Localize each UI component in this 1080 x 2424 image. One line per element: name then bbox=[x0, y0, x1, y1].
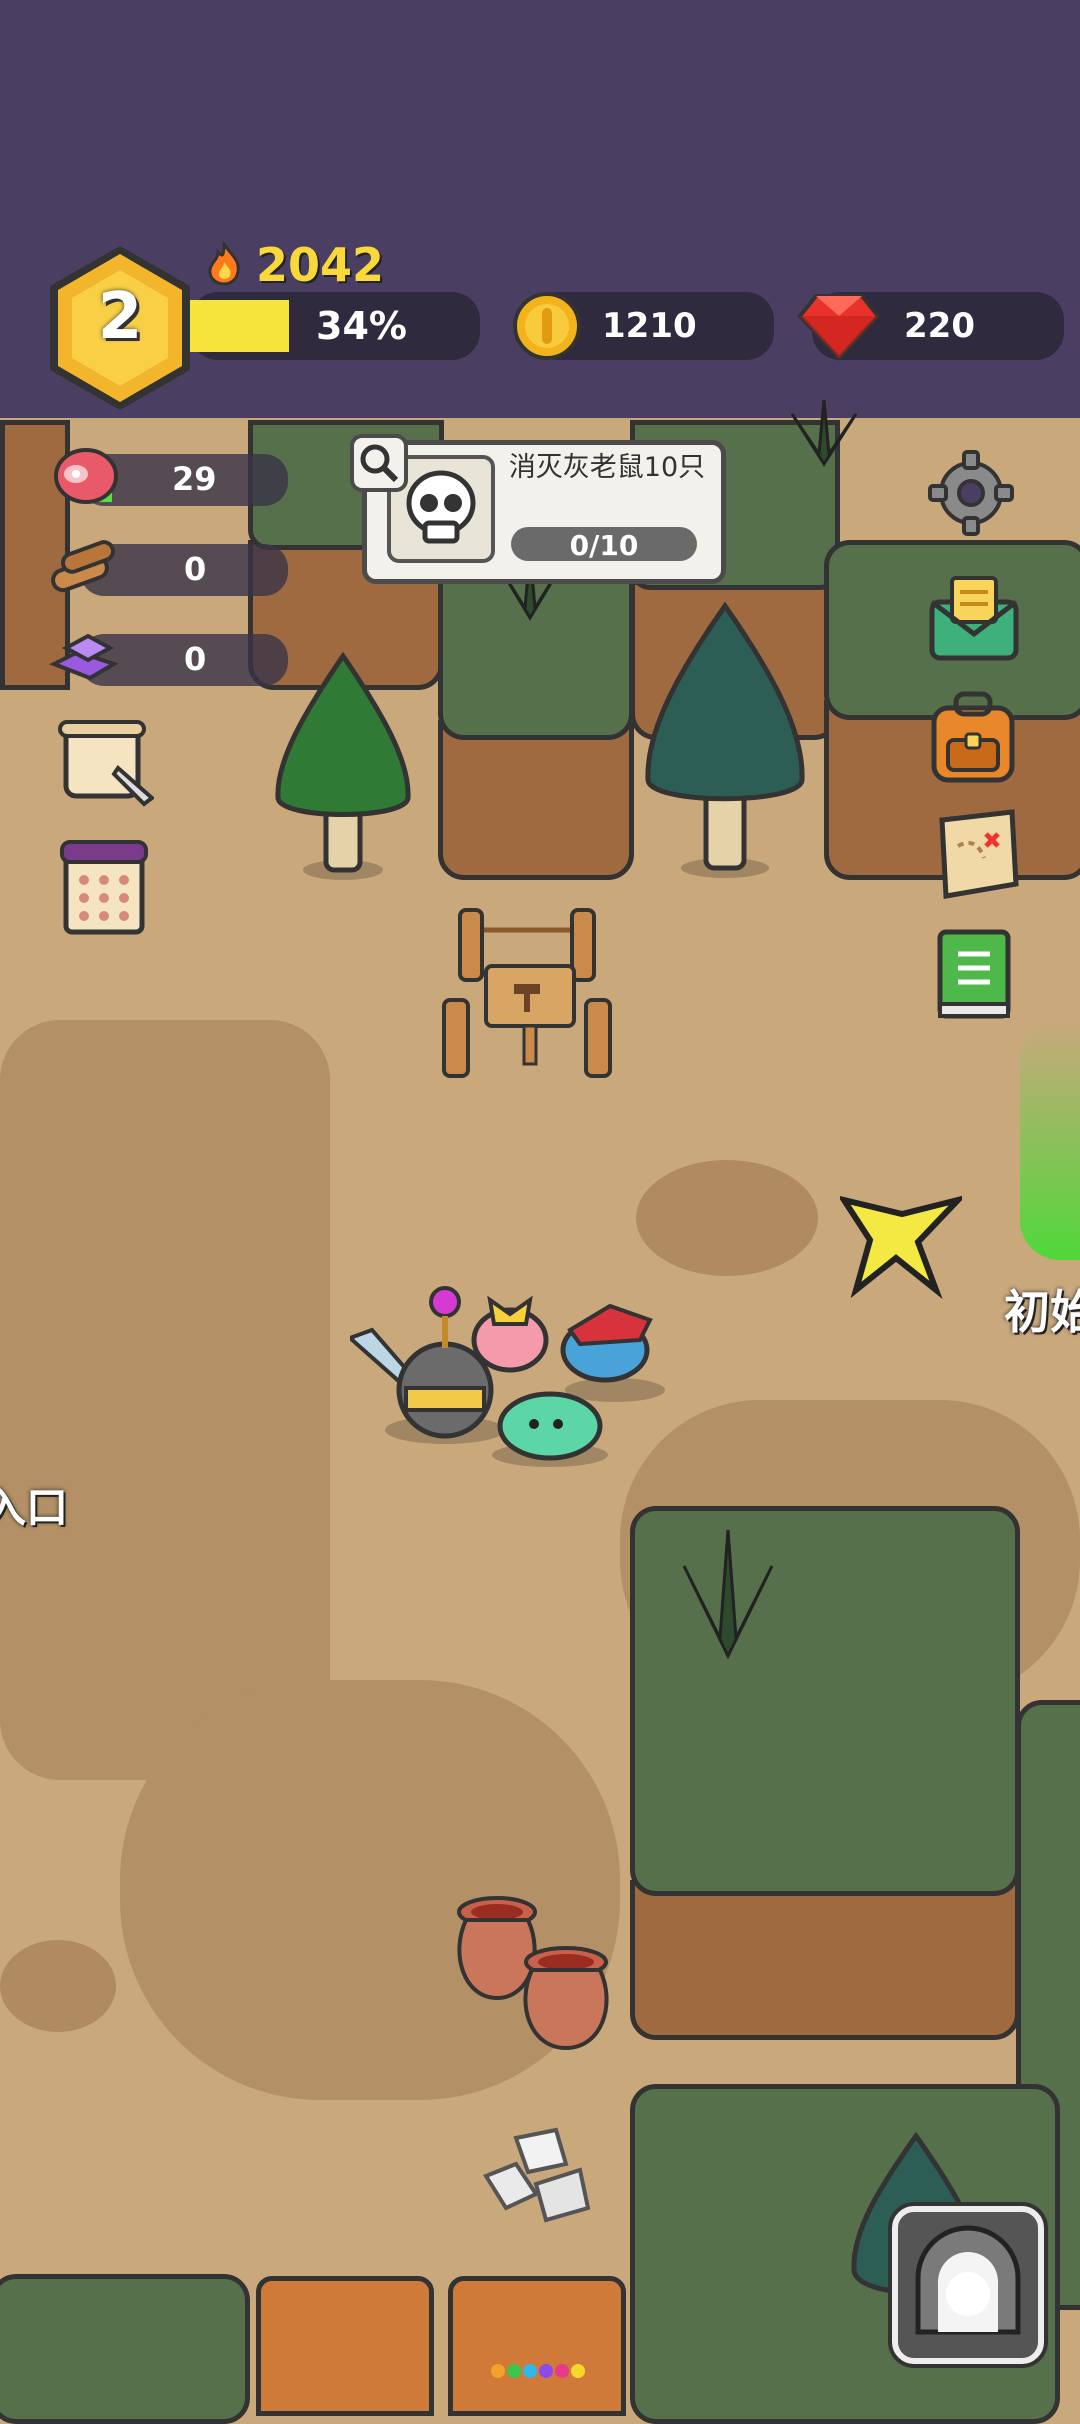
guide-book-icon[interactable] bbox=[934, 928, 1014, 1022]
cliff bbox=[630, 1880, 1020, 2040]
player-level-badge[interactable]: 2 bbox=[40, 240, 200, 416]
stone-pile[interactable] bbox=[476, 2124, 596, 2228]
plateau bbox=[0, 2274, 250, 2424]
xp-percent: 34% bbox=[316, 304, 407, 348]
quest-progress-text: 0/10 bbox=[569, 529, 639, 562]
player-level-value: 2 bbox=[97, 280, 143, 354]
xp-bar: 34% bbox=[190, 292, 480, 360]
dirt-path bbox=[0, 1020, 330, 1780]
quest-title: 消灭灰老鼠10只 bbox=[508, 452, 706, 483]
crystal-value: 0 bbox=[184, 640, 207, 678]
backpack-icon[interactable] bbox=[926, 690, 1020, 786]
fire-icon bbox=[204, 239, 244, 286]
magnifier-icon[interactable] bbox=[350, 434, 408, 492]
gear-icon[interactable] bbox=[926, 448, 1016, 538]
color-dots-decoration bbox=[490, 2362, 590, 2380]
treasure-map-icon[interactable] bbox=[928, 806, 1024, 902]
clay-pot[interactable] bbox=[516, 1944, 616, 2054]
cliff bbox=[438, 720, 634, 880]
map-label-right: 初始 bbox=[1004, 1285, 1080, 1339]
hero-party[interactable] bbox=[346, 1280, 680, 1470]
meat-value: 29 bbox=[172, 460, 217, 498]
wood-icon bbox=[48, 534, 120, 600]
build-sign-fence[interactable] bbox=[430, 900, 640, 1090]
pine-tree bbox=[640, 600, 810, 880]
power-value: 2042 bbox=[256, 238, 385, 292]
direction-arrow-icon[interactable] bbox=[837, 1180, 968, 1300]
coin-icon bbox=[512, 290, 582, 362]
xp-bar-fill bbox=[190, 300, 289, 352]
mail-icon[interactable] bbox=[926, 568, 1022, 664]
meat-icon bbox=[48, 444, 120, 510]
coin-value: 1210 bbox=[602, 306, 697, 346]
wood-value: 0 bbox=[184, 550, 207, 588]
map-label-left: 入口 bbox=[0, 1483, 69, 1532]
dirt-patch bbox=[636, 1160, 818, 1276]
grass-plant bbox=[764, 399, 884, 470]
stone-gate-icon bbox=[915, 2225, 1021, 2335]
scroll-quill-icon[interactable] bbox=[58, 718, 156, 810]
dirt-patch bbox=[0, 1940, 116, 2032]
wooden-crate[interactable] bbox=[448, 2276, 626, 2416]
calendar-icon[interactable] bbox=[58, 838, 150, 936]
grass-plant bbox=[664, 1526, 792, 1666]
portal-gate-button[interactable] bbox=[892, 2206, 1044, 2364]
gem-icon bbox=[796, 290, 882, 362]
quest-card[interactable]: 消灭灰老鼠10只 0/10 bbox=[362, 440, 726, 584]
gem-value: 220 bbox=[904, 306, 975, 346]
portal-glow[interactable] bbox=[1020, 1020, 1080, 1260]
quest-progress-bar: 0/10 bbox=[511, 527, 697, 562]
crystal-ingot-icon bbox=[48, 624, 120, 690]
wooden-crate[interactable] bbox=[256, 2276, 434, 2416]
pine-tree bbox=[270, 650, 416, 880]
